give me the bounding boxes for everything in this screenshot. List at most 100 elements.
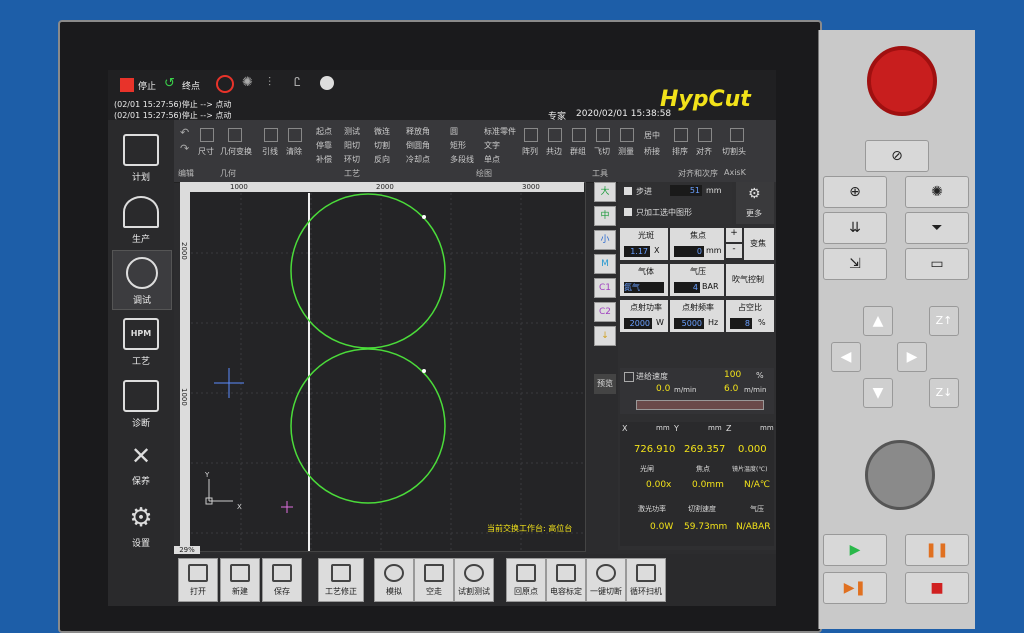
step-input[interactable]: 51 bbox=[670, 185, 702, 196]
tool-standard-part[interactable]: 标准零件 bbox=[484, 126, 516, 137]
tool-dock[interactable]: 停靠 bbox=[316, 140, 332, 151]
layer-medium-button[interactable]: 中 bbox=[594, 206, 616, 226]
sidebar-item-debug[interactable]: 调试 bbox=[112, 250, 172, 310]
gas-select[interactable]: 氮气 bbox=[624, 282, 664, 293]
undo-icon[interactable]: ↶ bbox=[180, 126, 189, 139]
sidebar-item-plan[interactable]: 计划 bbox=[112, 128, 170, 186]
laser-off-icon[interactable] bbox=[216, 75, 234, 93]
pressure-input[interactable]: 4 bbox=[674, 282, 700, 293]
jog-left-button[interactable]: ◀ bbox=[831, 342, 861, 372]
dry-run-button[interactable]: 空走 bbox=[414, 558, 454, 602]
layer-large-button[interactable]: 大 bbox=[594, 182, 616, 202]
tool-common-edge[interactable]: 共边 bbox=[546, 146, 562, 157]
peak-power-input[interactable]: 2000 bbox=[624, 318, 652, 329]
calibrate-button[interactable]: 电容标定 bbox=[546, 558, 586, 602]
layer-small-button[interactable]: 小 bbox=[594, 230, 616, 250]
more-button[interactable]: ⚙ 更多 bbox=[736, 182, 774, 224]
tool-lead[interactable]: 引线 bbox=[262, 146, 278, 157]
follow-icon[interactable]: Ꮭ bbox=[294, 75, 301, 90]
tool-measure[interactable]: 测量 bbox=[618, 146, 634, 157]
point-button[interactable]: ⇲ bbox=[823, 248, 887, 280]
gas-icon[interactable]: ⫶ bbox=[268, 75, 271, 90]
tool-yangcut[interactable]: 阳切 bbox=[344, 140, 360, 151]
follow-button[interactable]: ⇊ bbox=[823, 212, 887, 244]
minus-button[interactable]: - bbox=[726, 244, 742, 258]
sidebar-item-diagnose[interactable]: 诊断 bbox=[112, 374, 170, 432]
one-key-cut-button[interactable]: 一键切断 bbox=[586, 558, 626, 602]
tool-text[interactable]: 文字 bbox=[484, 140, 500, 151]
blow-button[interactable]: 吹气控制 bbox=[726, 264, 774, 296]
layer-down-button[interactable]: ↓ bbox=[594, 326, 616, 346]
new-button[interactable]: 新建 bbox=[220, 558, 260, 602]
tool-bridge[interactable]: 桥接 bbox=[644, 146, 660, 157]
tool-loop-cut[interactable]: 环切 bbox=[344, 154, 360, 165]
return-end-icon[interactable]: ↺ bbox=[164, 76, 175, 91]
laser-toggle-button[interactable]: ⊘ bbox=[865, 140, 929, 172]
jog-up-button[interactable]: ▲ bbox=[863, 306, 893, 336]
home-button[interactable]: 回原点 bbox=[506, 558, 546, 602]
sidebar-item-process[interactable]: HPM 工艺 bbox=[112, 312, 170, 370]
tool-center[interactable]: 居中 bbox=[644, 130, 660, 141]
only-selected-checkbox[interactable] bbox=[624, 208, 632, 216]
redo-icon[interactable]: ↷ bbox=[180, 142, 189, 155]
end-label[interactable]: 终点 bbox=[182, 79, 200, 92]
tool-point[interactable]: 单点 bbox=[484, 154, 500, 165]
cycle-button[interactable]: 循环扫机 bbox=[626, 558, 666, 602]
spot-input[interactable]: 1.17 bbox=[624, 246, 650, 257]
tool-reverse[interactable]: 反向 bbox=[374, 154, 390, 165]
jog-down-button[interactable]: ▼ bbox=[863, 378, 893, 408]
tool-clear[interactable]: 清除 bbox=[286, 146, 302, 157]
tool-flycut[interactable]: 飞切 bbox=[594, 146, 610, 157]
laser-sun-icon[interactable]: ✺ bbox=[242, 75, 253, 90]
pause-button[interactable]: ❚❚ bbox=[905, 534, 969, 566]
plus-button[interactable]: + bbox=[726, 228, 742, 242]
layer-m-button[interactable]: M bbox=[594, 254, 616, 274]
tool-group[interactable]: 群组 bbox=[570, 146, 586, 157]
tool-microjoint[interactable]: 微连 bbox=[374, 126, 390, 137]
process-fix-button[interactable]: 工艺修正 bbox=[318, 558, 364, 602]
simulate-button[interactable]: 模拟 bbox=[374, 558, 414, 602]
head-button[interactable]: ⏷ bbox=[905, 212, 969, 244]
drawing-canvas[interactable]: Y X 当前交换工作台: 高位台 bbox=[180, 182, 586, 552]
preview-button[interactable]: 预览 bbox=[594, 374, 616, 394]
tool-start[interactable]: 起点 bbox=[316, 126, 332, 137]
tool-polyline[interactable]: 多段线 bbox=[450, 154, 474, 165]
sidebar-item-settings[interactable]: ⚙ 设置 bbox=[112, 498, 170, 556]
tool-circle[interactable]: 圆 bbox=[450, 126, 458, 137]
frame-button[interactable]: ▭ bbox=[905, 248, 969, 280]
laser-on-button[interactable]: ✺ bbox=[905, 176, 969, 208]
feed-slider[interactable] bbox=[636, 400, 764, 410]
tool-transform[interactable]: 几何变换 bbox=[220, 146, 252, 157]
save-button[interactable]: 保存 bbox=[262, 558, 302, 602]
duty-input[interactable]: 8 bbox=[730, 318, 752, 329]
jog-right-button[interactable]: ▶ bbox=[897, 342, 927, 372]
tool-release-angle[interactable]: 释放角 bbox=[406, 126, 430, 137]
test-cut-button[interactable]: 试割测试 bbox=[454, 558, 494, 602]
speed-knob[interactable] bbox=[865, 440, 935, 510]
tool-sort[interactable]: 排序 bbox=[672, 146, 688, 157]
freq-input[interactable]: 5000 bbox=[674, 318, 704, 329]
emergency-stop-button[interactable] bbox=[867, 46, 937, 116]
stop-icon[interactable] bbox=[120, 78, 134, 92]
start-button[interactable]: ▶ bbox=[823, 534, 887, 566]
stop-button[interactable]: ■ bbox=[905, 572, 969, 604]
tool-compensate[interactable]: 补偿 bbox=[316, 154, 332, 165]
zoom-switch-button[interactable]: 变焦 bbox=[744, 228, 774, 260]
tool-cooling[interactable]: 冷却点 bbox=[406, 154, 430, 165]
sidebar-item-maintain[interactable]: ✕ 保养 bbox=[112, 436, 170, 494]
open-button[interactable]: 打开 bbox=[178, 558, 218, 602]
tool-round-corner[interactable]: 倒圆角 bbox=[406, 140, 430, 151]
focus-input[interactable]: 0 bbox=[674, 246, 704, 257]
sidebar-item-production[interactable]: 生产 bbox=[112, 190, 170, 248]
layer-c2-button[interactable]: C2 bbox=[594, 302, 616, 322]
light-icon[interactable] bbox=[320, 76, 334, 90]
target-button[interactable]: ⊕ bbox=[823, 176, 887, 208]
z-down-button[interactable]: Z↓ bbox=[929, 378, 959, 408]
stop-label[interactable]: 停止 bbox=[138, 79, 156, 92]
step-checkbox[interactable] bbox=[624, 187, 632, 195]
tool-cut[interactable]: 切割 bbox=[374, 140, 390, 151]
tool-test[interactable]: 测试 bbox=[344, 126, 360, 137]
resume-button[interactable]: ▶❚ bbox=[823, 572, 887, 604]
tool-rectangle[interactable]: 矩形 bbox=[450, 140, 466, 151]
z-up-button[interactable]: Z↑ bbox=[929, 306, 959, 336]
